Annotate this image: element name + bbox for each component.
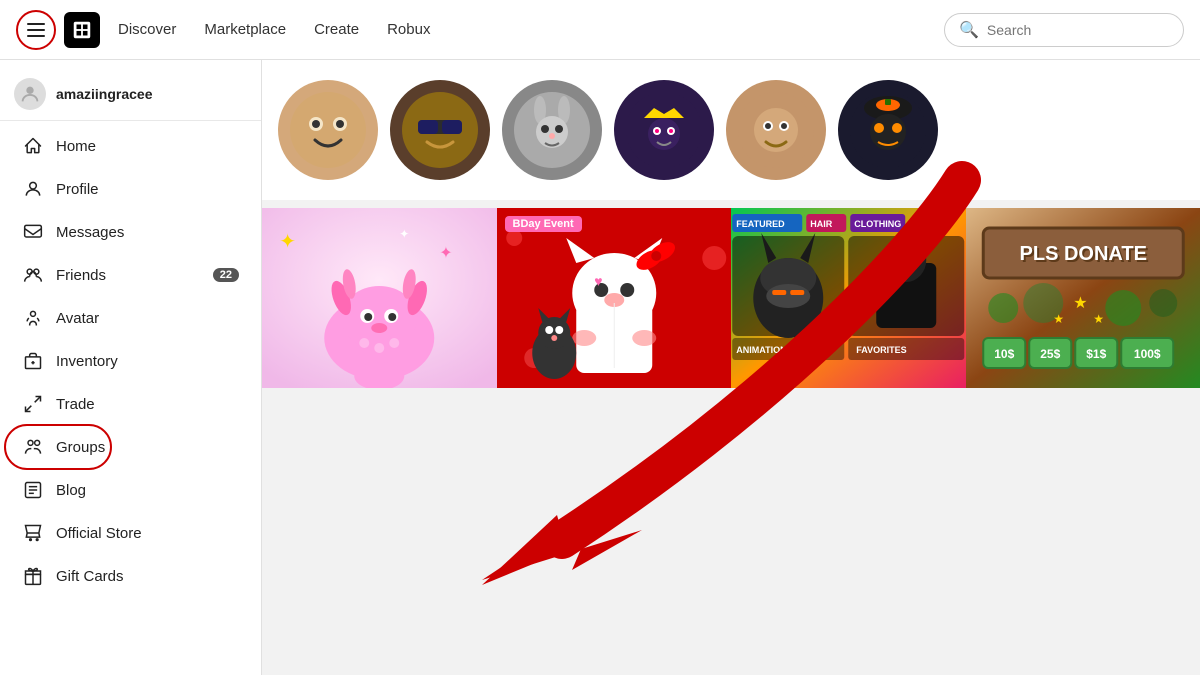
sidebar-item-friends[interactable]: Friends 22: [6, 254, 255, 296]
main-content: ✦ ✦ ✦: [262, 60, 1200, 675]
sidebar-item-home[interactable]: Home: [6, 125, 255, 167]
friend-avatar-4[interactable]: [614, 80, 714, 180]
nav-marketplace[interactable]: Marketplace: [204, 21, 286, 38]
svg-text:FEATURED: FEATURED: [736, 219, 785, 229]
svg-text:★: ★: [1053, 312, 1064, 326]
store-icon: [22, 522, 44, 544]
friend-avatar-6[interactable]: [838, 80, 938, 180]
groups-icon: [22, 436, 44, 458]
top-nav: Discover Marketplace Create Robux 🔍: [0, 0, 1200, 60]
svg-text:ANIMATION PACKS: ANIMATION PACKS: [736, 345, 820, 355]
sidebar-item-messages-label: Messages: [56, 224, 124, 241]
friend-avatar-2[interactable]: [390, 80, 490, 180]
sidebar-item-home-label: Home: [56, 138, 96, 155]
blog-icon: [22, 479, 44, 501]
body-area: amaziingracee Home Profile Messages: [0, 60, 1200, 675]
svg-text:✦: ✦: [399, 227, 409, 241]
username: amaziingracee: [56, 86, 153, 102]
inventory-icon: [22, 350, 44, 372]
svg-text:10$: 10$: [994, 347, 1014, 361]
game-tile-pls-donate[interactable]: PLS DONATE 10$ 25$ $1$ 100$: [966, 208, 1200, 388]
svg-text:CLOTHING: CLOTHING: [854, 219, 901, 229]
sidebar-item-blog[interactable]: Blog: [6, 469, 255, 511]
svg-text:FAVORITES: FAVORITES: [856, 345, 906, 355]
sidebar-item-blog-label: Blog: [56, 482, 86, 499]
avatar-icon: [22, 307, 44, 329]
sidebar: amaziingracee Home Profile Messages: [0, 60, 262, 675]
user-row[interactable]: amaziingracee: [0, 68, 261, 121]
bday-label: BDay Event: [505, 216, 582, 232]
avatar: [14, 78, 46, 110]
roblox-logo[interactable]: [64, 12, 100, 48]
sidebar-item-profile[interactable]: Profile: [6, 168, 255, 210]
sidebar-item-store-label: Official Store: [56, 525, 142, 542]
friend-avatar-1[interactable]: [278, 80, 378, 180]
sidebar-item-gift-cards[interactable]: Gift Cards: [6, 555, 255, 597]
sidebar-item-avatar-label: Avatar: [56, 310, 99, 327]
search-icon: 🔍: [959, 20, 979, 40]
sidebar-item-groups-label: Groups: [56, 439, 105, 456]
sidebar-item-trade-label: Trade: [56, 396, 95, 413]
game-tile-bday[interactable]: BDay Event: [497, 208, 732, 388]
game-tile-featured[interactable]: FEATURED HAIR CLOTHING: [731, 208, 966, 388]
sidebar-item-avatar[interactable]: Avatar: [6, 297, 255, 339]
sidebar-item-profile-label: Profile: [56, 181, 99, 198]
friend-avatar-3[interactable]: [502, 80, 602, 180]
search-input[interactable]: [987, 22, 1168, 38]
svg-text:HAIR: HAIR: [810, 219, 832, 229]
svg-text:♥: ♥: [594, 273, 602, 289]
search-bar[interactable]: 🔍: [944, 13, 1184, 47]
svg-text:PLS DONATE: PLS DONATE: [1019, 243, 1146, 265]
profile-icon: [22, 178, 44, 200]
svg-text:✦: ✦: [279, 231, 296, 253]
sidebar-item-inventory[interactable]: Inventory: [6, 340, 255, 382]
nav-links: Discover Marketplace Create Robux: [118, 21, 430, 38]
game-tile-axolotl[interactable]: ✦ ✦ ✦: [262, 208, 497, 388]
friends-badge: 22: [213, 268, 239, 282]
friends-icon: [22, 264, 44, 286]
gift-icon: [22, 565, 44, 587]
sidebar-item-groups[interactable]: Groups: [6, 426, 255, 468]
svg-text:25$: 25$: [1040, 347, 1060, 361]
friend-avatar-5[interactable]: [726, 80, 826, 180]
sidebar-item-inventory-label: Inventory: [56, 353, 118, 370]
games-row: ✦ ✦ ✦: [262, 208, 1200, 388]
trade-icon: [22, 393, 44, 415]
svg-text:★: ★: [1073, 295, 1087, 312]
svg-text:✦: ✦: [439, 245, 452, 262]
svg-text:★: ★: [1093, 312, 1104, 326]
sidebar-item-friends-label: Friends: [56, 267, 106, 284]
sidebar-item-trade[interactable]: Trade: [6, 383, 255, 425]
hamburger-button[interactable]: [16, 10, 56, 50]
nav-robux[interactable]: Robux: [387, 21, 430, 38]
messages-icon: [22, 221, 44, 243]
svg-text:100$: 100$: [1133, 347, 1160, 361]
sidebar-item-gift-label: Gift Cards: [56, 568, 124, 585]
sidebar-item-messages[interactable]: Messages: [6, 211, 255, 253]
nav-create[interactable]: Create: [314, 21, 359, 38]
svg-text:$1$: $1$: [1086, 347, 1106, 361]
sidebar-item-official-store[interactable]: Official Store: [6, 512, 255, 554]
nav-discover[interactable]: Discover: [118, 21, 176, 38]
home-icon: [22, 135, 44, 157]
friends-row: [262, 60, 1200, 200]
